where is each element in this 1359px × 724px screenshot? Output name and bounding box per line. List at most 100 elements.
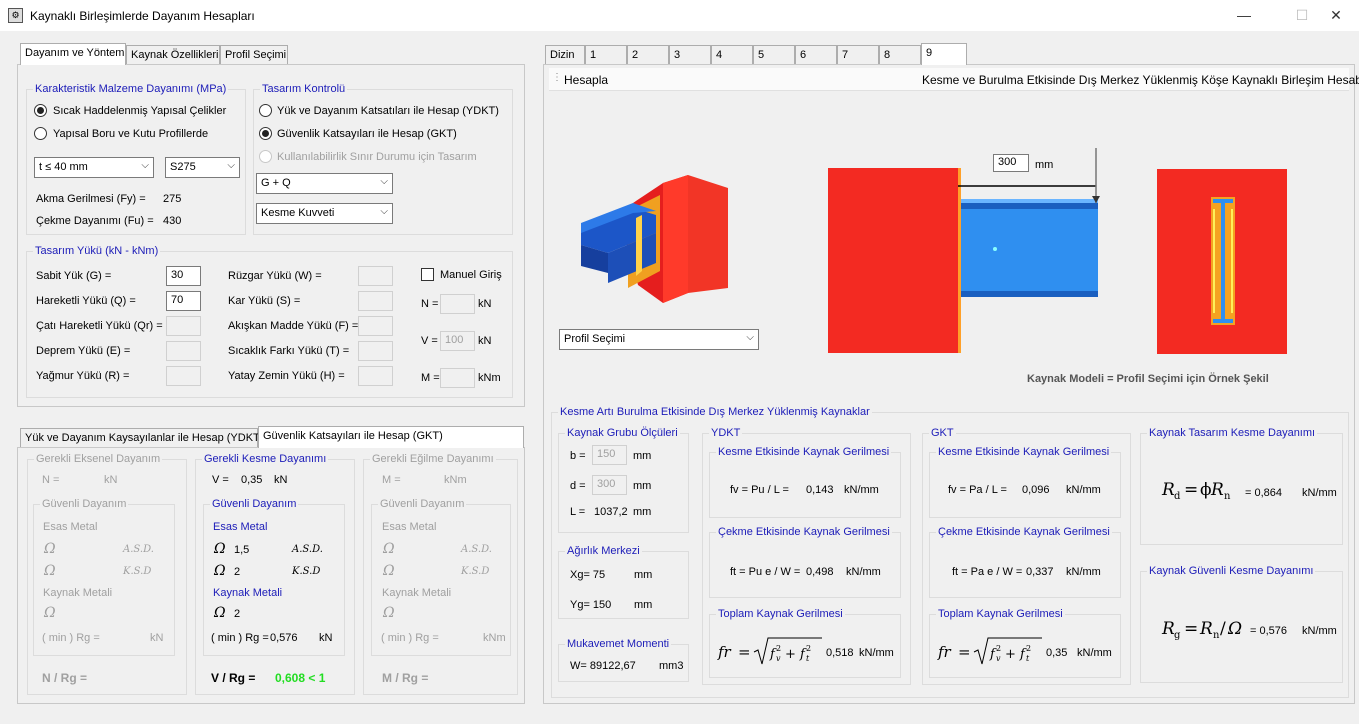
d-label: d = (570, 480, 586, 492)
manual-entry-checkbox[interactable] (421, 268, 434, 281)
moment-m-unit: kNm (444, 474, 467, 486)
svg-text:n: n (1224, 491, 1231, 502)
load-f-input[interactable] (358, 316, 393, 336)
radio-ydkt[interactable] (259, 104, 272, 117)
load-r-input[interactable] (166, 366, 201, 386)
eccentricity-unit: mm (1035, 159, 1054, 171)
design-strength-value: = 0,864 (1245, 487, 1283, 499)
radio-gkt[interactable] (259, 127, 272, 140)
ydkt-fv-formula: fv = Pu / L = (730, 484, 789, 496)
svg-text:R: R (1161, 480, 1175, 500)
close-button[interactable]: ✕ (1313, 0, 1359, 31)
force-type-select[interactable]: Kesme Kuvveti ⌵ (256, 203, 393, 224)
load-q-input[interactable]: 70 (166, 291, 201, 311)
steel-grade-select[interactable]: S275 ⌵ (165, 157, 240, 178)
load-e-input[interactable] (166, 341, 201, 361)
moment-rg-unit: kNm (483, 632, 506, 644)
tab-dizin[interactable]: Dizin (545, 45, 585, 65)
svg-text:2: 2 (1026, 644, 1031, 653)
shear-asd: A.S.D. (292, 544, 323, 555)
load-g-label: Sabit Yük (G) = (36, 270, 112, 282)
connection-3d-image (581, 175, 728, 303)
ydkt-ft-value: 0,498 (806, 566, 834, 578)
tab-5[interactable]: 5 (753, 45, 795, 65)
radio-hollow-section-label: Yapısal Boru ve Kutu Profillerde (53, 128, 209, 140)
tab-label: 8 (884, 49, 891, 61)
tab-ydkt[interactable]: Yük ve Dayanım Kaysayılanlar ile Hesap (… (20, 428, 263, 448)
axial-ksd: K.S.D (123, 566, 152, 577)
n-input[interactable] (440, 294, 475, 314)
load-s-label: Kar Yükü (S) = (228, 295, 301, 307)
radio-serviceability-label: Kullanılabilirlik Sınır Durumu için Tasa… (277, 151, 477, 163)
ydkt-ft-unit: kN/mm (846, 566, 881, 578)
tab-1[interactable]: 1 (585, 45, 627, 65)
load-combo-select[interactable]: G + Q ⌵ (256, 173, 393, 194)
calc-heading: Kesme ve Burulma Etkisinde Dış Merkez Yü… (922, 73, 1359, 87)
radio-gkt-label: Güvenlik Katsayıları ile Hesap (GKT) (277, 128, 457, 140)
m-input[interactable] (440, 368, 475, 388)
d-input[interactable]: 300 (592, 475, 627, 495)
tab-profil-secimi[interactable]: Profil Seçimi (220, 45, 288, 65)
shear-rg-value: 0,576 (270, 632, 298, 644)
svg-text:d: d (1174, 491, 1181, 502)
tab-3[interactable]: 3 (669, 45, 711, 65)
load-g-input[interactable]: 30 (166, 266, 201, 286)
gkt-total-title: Toplam Kaynak Gerilmesi (936, 608, 1065, 620)
radio-hollow-section[interactable] (34, 127, 47, 140)
tab-kaynak-ozellikleri[interactable]: Kaynak Özellikleri (126, 45, 220, 65)
load-t-input[interactable] (358, 341, 393, 361)
tab-gkt[interactable]: Güvenlik Katsayıları ile Hesap (GKT) (258, 426, 524, 448)
n-unit: kN (478, 298, 492, 310)
tab-label: Güvenlik Katsayıları ile Hesap (GKT) (263, 430, 443, 442)
load-s-input[interactable] (358, 291, 393, 311)
svg-text:R: R (1199, 619, 1213, 639)
load-h-input[interactable] (358, 366, 393, 386)
chevron-down-icon: ⌵ (380, 176, 388, 187)
moment-omega-2: Ω (383, 563, 395, 579)
moment-title: Gerekli Eğilme Dayanımı (370, 453, 496, 465)
v-input[interactable]: 100 (440, 331, 475, 351)
tab-dayanim-yontem[interactable]: Dayanım ve Yöntem (20, 43, 126, 65)
load-qr-input[interactable] (166, 316, 201, 336)
svg-text:2: 2 (776, 644, 781, 653)
minimize-button[interactable]: — (1221, 0, 1267, 31)
yg-unit: mm (634, 599, 653, 611)
design-control-title: Tasarım Kontrolü (260, 83, 348, 95)
tab-label: Dizin (550, 49, 575, 61)
shear-ratio-value: 0,608 < 1 (275, 671, 326, 685)
tab-label: 3 (674, 49, 681, 61)
svg-text:+: + (1005, 647, 1016, 662)
thickness-select-value: t ≤ 40 mm (39, 161, 88, 173)
svg-text:=: = (738, 643, 751, 661)
manual-entry-label: Manuel Giriş (440, 269, 502, 281)
load-w-input[interactable] (358, 266, 393, 286)
radio-serviceability[interactable] (259, 150, 272, 163)
svg-text:+: + (785, 647, 796, 662)
d-unit: mm (633, 480, 652, 492)
method-tabs: Yük ve Dayanım Kaysayılanlar ile Hesap (… (20, 426, 525, 448)
radio-hot-rolled[interactable] (34, 104, 47, 117)
load-qr-label: Çatı Hareketli Yükü (Qr) = (36, 320, 163, 332)
profile-select[interactable]: Profil Seçimi ⌵ (559, 329, 759, 350)
material-group-title: Karakteristik Malzeme Dayanımı (MPa) (33, 83, 229, 95)
l-unit: mm (633, 506, 652, 518)
tab-7[interactable]: 7 (837, 45, 879, 65)
shear-omega-3-value: 2 (234, 608, 241, 620)
tab-8[interactable]: 8 (879, 45, 921, 65)
calculate-button[interactable]: Hesapla (564, 73, 608, 87)
n-label: N = (421, 298, 439, 310)
tab-9[interactable]: 9 (921, 43, 967, 65)
b-input[interactable]: 150 (592, 445, 627, 465)
tab-2[interactable]: 2 (627, 45, 669, 65)
eccentricity-input[interactable]: 300 (993, 154, 1029, 172)
ydkt-total-title: Toplam Kaynak Gerilmesi (716, 608, 845, 620)
yg-value: Yg= 150 (570, 599, 612, 611)
gkt-tension-title: Çekme Etkisinde Kaynak Gerilmesi (936, 526, 1112, 538)
shear-omega-2: Ω (214, 563, 226, 579)
svg-text:t: t (806, 654, 810, 663)
thickness-select[interactable]: t ≤ 40 mm ⌵ (34, 157, 154, 178)
tab-6[interactable]: 6 (795, 45, 837, 65)
force-type-value: Kesme Kuvveti (261, 207, 335, 219)
tab-4[interactable]: 4 (711, 45, 753, 65)
ydkt-title: YDKT (709, 427, 743, 439)
